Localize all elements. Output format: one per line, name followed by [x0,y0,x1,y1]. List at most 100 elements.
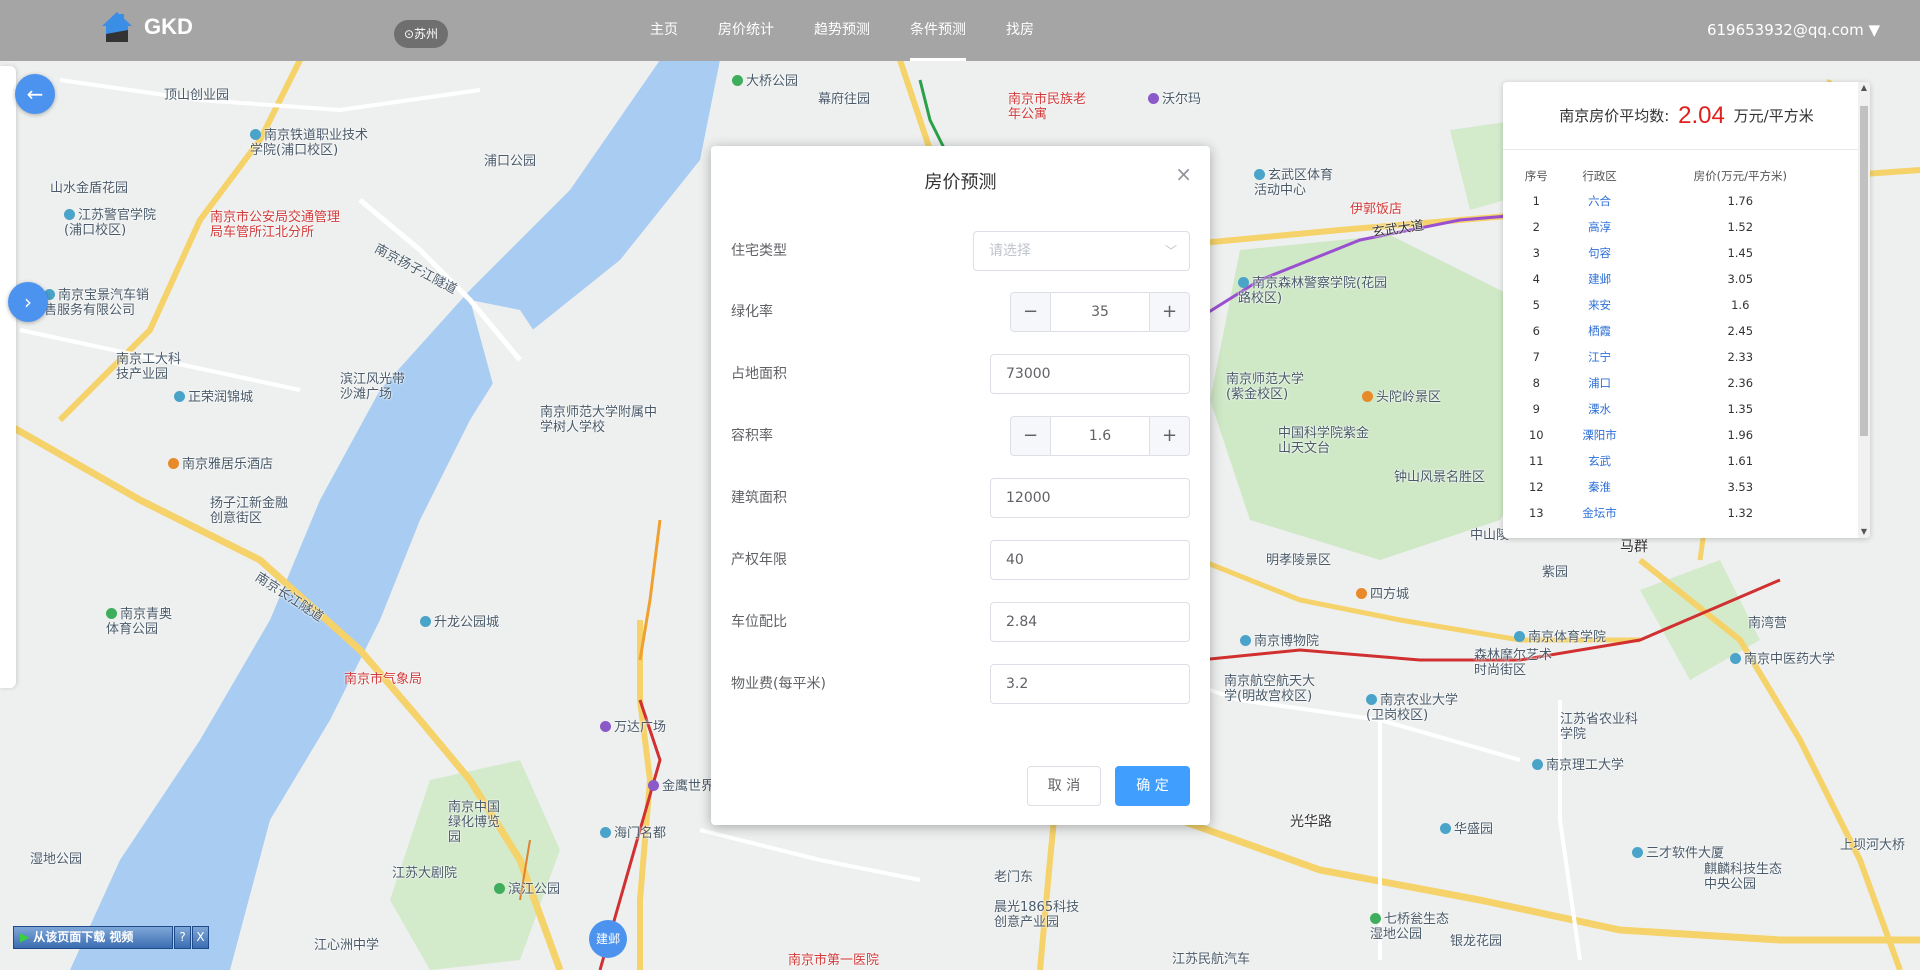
side-drawer [0,66,16,688]
row-price: 2.33 [1727,350,1754,364]
table-row: 6 栖霞 2.45 [1511,318,1843,344]
back-arrow-icon[interactable]: ← [15,74,55,114]
map-label: 南京宝景汽车销售服务有限公司 [44,288,154,318]
help-icon[interactable]: ? [174,926,191,949]
green-rate-stepper[interactable]: − 35 + [1010,292,1190,332]
map-marker-jianye[interactable]: 建邺 [589,920,627,958]
plot-ratio-value[interactable]: 1.6 [1051,417,1149,455]
close-icon[interactable]: × [1175,164,1192,184]
col-price: 房价(万元/平方米) [1693,169,1787,183]
green-rate-label: 绿化率 [731,304,773,320]
map-label: 南京工大科技产业园 [116,352,182,382]
scroll-down-icon[interactable]: ▼ [1858,526,1870,538]
property-fee-input[interactable]: 3.2 [990,664,1190,704]
row-district[interactable]: 溧阳市 [1562,422,1638,448]
plus-icon[interactable]: + [1149,417,1189,455]
map-label: 中国科学院紫金山天文台 [1278,426,1370,456]
city-selector[interactable]: ⊙苏州 [394,20,449,48]
logo[interactable]: GKD [98,8,193,46]
row-number: 1 [1532,194,1540,208]
table-row: 13 金坛市 1.32 [1511,500,1843,526]
main-nav: 主页 房价统计 趋势预测 条件预测 找房 [650,0,1074,61]
map-label: 湿地公园 [30,852,83,867]
plus-icon[interactable]: + [1149,293,1189,331]
price-forecast-dialog: 房价预测 × 住宅类型 请选择 ﹀ 绿化率 − 35 + 占地面积 73000 … [711,146,1210,825]
map-label: 上坝河大桥 [1840,838,1906,853]
row-district[interactable]: 秦淮 [1562,474,1638,500]
map-label: 海门名都 [600,826,666,841]
map-label: 江苏大剧院 [392,866,458,881]
user-menu[interactable]: 619653932@qq.com ▼ [1707,0,1880,61]
form-row-plot-ratio: 容积率 − 1.6 + [731,416,1190,456]
map-label: 晨光1865科技创意产业园 [994,900,1080,930]
table-row: 8 浦口 2.36 [1511,370,1843,396]
row-price: 3.05 [1727,272,1754,286]
row-district[interactable]: 句容 [1562,240,1638,266]
row-district[interactable]: 金坛市 [1562,500,1638,526]
land-area-input[interactable]: 73000 [990,354,1190,394]
chevron-right-icon[interactable]: › [8,282,48,322]
district-price-table: 序号 行政区 房价(万元/平方米) 1 六合 1.76 2 高淳 1.52 3 句容 1.45 4… [1511,164,1843,526]
row-district[interactable]: 溧水 [1562,396,1638,422]
row-number: 2 [1532,220,1540,234]
play-icon: ▶ [20,930,30,944]
nav-home[interactable]: 主页 [650,0,678,61]
property-years-input[interactable]: 40 [990,540,1190,580]
map-label: 南京中医药大学 [1730,652,1835,667]
map-label: 麒麟科技生态中央公园 [1704,862,1783,892]
row-district[interactable]: 栖霞 [1562,318,1638,344]
table-row: 1 六合 1.76 [1511,188,1843,214]
minus-icon[interactable]: − [1011,417,1051,455]
cancel-button[interactable]: 取 消 [1027,766,1101,806]
parking-ratio-input[interactable]: 2.84 [990,602,1190,642]
scroll-up-icon[interactable]: ▲ [1858,82,1870,94]
nav-trend-forecast[interactable]: 趋势预测 [814,0,870,61]
top-navbar: GKD ⊙苏州 主页 房价统计 趋势预测 条件预测 找房 619653932@q… [0,0,1920,61]
table-row: 5 来安 1.6 [1511,292,1843,318]
close-icon[interactable]: X [192,926,209,949]
nav-condition-forecast[interactable]: 条件预测 [910,0,966,61]
build-area-input[interactable]: 12000 [990,478,1190,518]
row-district[interactable]: 江宁 [1562,344,1638,370]
form-row-land-area: 占地面积 73000 [731,354,1190,394]
row-price: 2.36 [1727,376,1754,390]
plot-ratio-stepper[interactable]: − 1.6 + [1010,416,1190,456]
row-district[interactable]: 玄武 [1562,448,1638,474]
house-type-select[interactable]: 请选择 ﹀ [973,231,1190,271]
map-label: 滨江风光带沙滩广场 [340,372,406,402]
table-row: 7 江宁 2.33 [1511,344,1843,370]
map-label: 银龙花园 [1450,934,1503,949]
row-district[interactable]: 高淳 [1562,214,1638,240]
house-type-placeholder: 请选择 [989,243,1031,259]
dialog-title: 房价预测 [924,172,997,193]
table-row: 4 建邺 3.05 [1511,266,1843,292]
map-label: 七桥瓮生态湿地公园 [1370,912,1450,942]
nav-find-house[interactable]: 找房 [1006,0,1034,61]
scroll-thumb[interactable] [1860,106,1868,436]
row-district[interactable]: 建邺 [1562,266,1638,292]
nav-price-stats[interactable]: 房价统计 [718,0,774,61]
map-label: 光华路 [1290,814,1332,830]
map-label: 南京市第一医院 [788,953,880,968]
row-number: 8 [1532,376,1540,390]
map-label: 金鹰世界 [648,779,714,794]
green-rate-value[interactable]: 35 [1051,293,1149,331]
row-price: 3.53 [1727,480,1754,494]
video-download-toolbar: ▶ 从该页面下载 视频 ? X [13,926,209,949]
map-label: 紫园 [1542,565,1569,580]
map-label: 老门东 [994,870,1034,885]
row-district[interactable]: 浦口 [1562,370,1638,396]
map-label: 南京市气象局 [344,672,423,687]
stats-scrollbar[interactable]: ▲ ▼ [1858,82,1870,538]
map-label: 南京理工大学 [1532,758,1624,773]
map-label: 江苏警官学院(浦口校区) [64,208,174,238]
row-price: 1.61 [1727,454,1754,468]
map-label: 万达广场 [600,720,666,735]
row-price: 2.45 [1727,324,1754,338]
row-district[interactable]: 六合 [1562,188,1638,214]
minus-icon[interactable]: − [1011,293,1051,331]
row-district[interactable]: 来安 [1562,292,1638,318]
download-video-button[interactable]: ▶ 从该页面下载 视频 [13,926,173,949]
house-logo-icon [102,12,132,42]
confirm-button[interactable]: 确 定 [1115,766,1190,806]
